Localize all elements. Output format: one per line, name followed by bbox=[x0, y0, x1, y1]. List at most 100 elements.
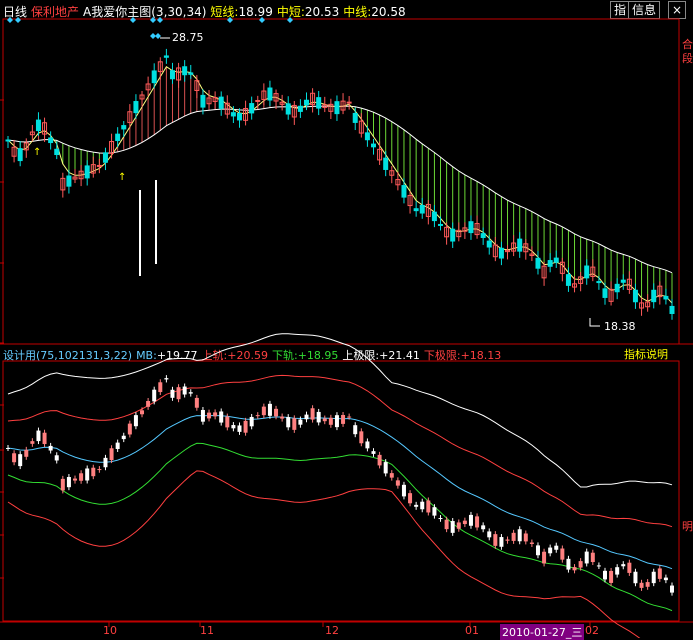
lower-candle-body bbox=[481, 525, 486, 530]
upper-lines bbox=[7, 65, 673, 304]
lower-candle-body bbox=[602, 570, 607, 580]
lower-candle-body bbox=[91, 467, 96, 477]
candle-body bbox=[468, 221, 474, 234]
lower-candle-body bbox=[243, 420, 248, 433]
candle-body bbox=[651, 289, 657, 303]
lower-candle-body bbox=[462, 520, 467, 525]
lower-candle-body bbox=[615, 567, 620, 575]
chart-grid bbox=[0, 18, 693, 627]
lower-candle-body bbox=[663, 577, 668, 581]
lower-candle-body bbox=[529, 542, 534, 544]
candle-body bbox=[669, 305, 675, 314]
lower-candle-body bbox=[85, 468, 90, 481]
candle-body bbox=[285, 103, 291, 115]
candle-body bbox=[334, 101, 340, 115]
candle-body bbox=[547, 260, 553, 267]
lower-candle-body bbox=[207, 412, 212, 419]
lower-candle-body bbox=[438, 518, 443, 520]
candle-body bbox=[480, 233, 486, 238]
lower-candle-body bbox=[36, 430, 41, 442]
lower-candle-body bbox=[505, 539, 510, 541]
upper-fill-bars bbox=[13, 66, 673, 304]
lower-candle-body bbox=[176, 387, 181, 400]
short-line bbox=[7, 65, 673, 304]
lower-candle-body bbox=[621, 564, 626, 567]
candle-body bbox=[663, 295, 669, 300]
lower-candle-body bbox=[493, 534, 498, 546]
lower-candle-body bbox=[261, 406, 266, 416]
candle-body bbox=[48, 137, 54, 144]
lower-candle-body bbox=[121, 435, 126, 440]
signal-diamond bbox=[157, 17, 163, 23]
lower-candle-body bbox=[341, 414, 346, 424]
lower-candle-body bbox=[12, 453, 17, 463]
lower-candle-body bbox=[146, 401, 151, 407]
lower-candle-body bbox=[249, 416, 254, 427]
lower-candle-body bbox=[487, 531, 492, 538]
lower-candle-body bbox=[188, 392, 193, 394]
lower-candle-body bbox=[657, 568, 662, 579]
signal-diamond bbox=[227, 17, 233, 23]
candle-body bbox=[383, 157, 389, 170]
bottom-limit-line bbox=[7, 470, 641, 638]
white-marker-bar bbox=[139, 190, 141, 276]
lower-candle-body bbox=[383, 462, 388, 474]
lower-candle-body bbox=[359, 431, 364, 444]
signal-diamond bbox=[130, 17, 136, 23]
candle-body bbox=[596, 281, 602, 284]
lower-candle-body bbox=[237, 425, 242, 432]
lower-candle-body bbox=[566, 558, 571, 570]
lower-candle-body bbox=[627, 562, 632, 573]
candle-body bbox=[419, 204, 425, 214]
candle-body bbox=[163, 55, 169, 58]
candle-body bbox=[602, 288, 608, 298]
candle-body bbox=[102, 152, 108, 163]
candle-body bbox=[401, 185, 407, 198]
lower-candle-body bbox=[42, 432, 47, 445]
lower-candle-body bbox=[468, 514, 473, 526]
lower-candle-body bbox=[152, 389, 157, 402]
stock-chart[interactable]: ↑↑ bbox=[0, 0, 693, 638]
lower-candle-body bbox=[475, 516, 480, 528]
candle-body bbox=[438, 223, 444, 226]
lower-candle-body bbox=[609, 570, 614, 583]
candle-body bbox=[316, 97, 322, 109]
candle-body bbox=[188, 72, 194, 75]
lower-candle-body bbox=[115, 442, 120, 449]
candle-body bbox=[565, 274, 571, 286]
lower-candle-body bbox=[200, 409, 205, 422]
lower-candle-body bbox=[213, 412, 218, 417]
lower-candle-body bbox=[48, 445, 53, 451]
lower-candle-body bbox=[535, 545, 540, 556]
lower-candle-body bbox=[456, 522, 461, 529]
top-limit-line bbox=[7, 333, 673, 488]
signal-diamond bbox=[15, 17, 21, 23]
chart-marks: ↑↑ bbox=[7, 17, 600, 327]
lower-candle-body bbox=[316, 411, 321, 423]
mid-line bbox=[7, 105, 673, 274]
lower-candle-body bbox=[54, 455, 59, 461]
lower-candle-body bbox=[328, 417, 333, 425]
lower-candle-body bbox=[499, 537, 504, 547]
lower-candle-body bbox=[633, 571, 638, 584]
candle-body bbox=[182, 66, 188, 76]
lower-candles bbox=[6, 375, 674, 596]
candle-body bbox=[66, 175, 72, 187]
lower-candle-body bbox=[164, 378, 169, 380]
lower-candle-body bbox=[298, 419, 303, 425]
x-axis-label-feb: 02 bbox=[585, 624, 599, 637]
candle-body bbox=[236, 112, 242, 121]
lower-candle-body bbox=[414, 504, 419, 507]
candle-body bbox=[35, 119, 41, 132]
lower-candle-body bbox=[511, 532, 516, 541]
lower-candle-body bbox=[225, 416, 230, 428]
lower-candle-body bbox=[450, 521, 455, 533]
lower-candle-body bbox=[182, 386, 187, 395]
lower-candle-body bbox=[365, 441, 370, 449]
lower-candle-body bbox=[408, 493, 413, 504]
candle-body bbox=[450, 228, 456, 242]
lower-candle-body bbox=[267, 403, 272, 416]
x-axis-label-nov: 11 bbox=[200, 624, 214, 637]
lower-candle-body bbox=[432, 507, 437, 516]
candle-body bbox=[632, 289, 638, 303]
